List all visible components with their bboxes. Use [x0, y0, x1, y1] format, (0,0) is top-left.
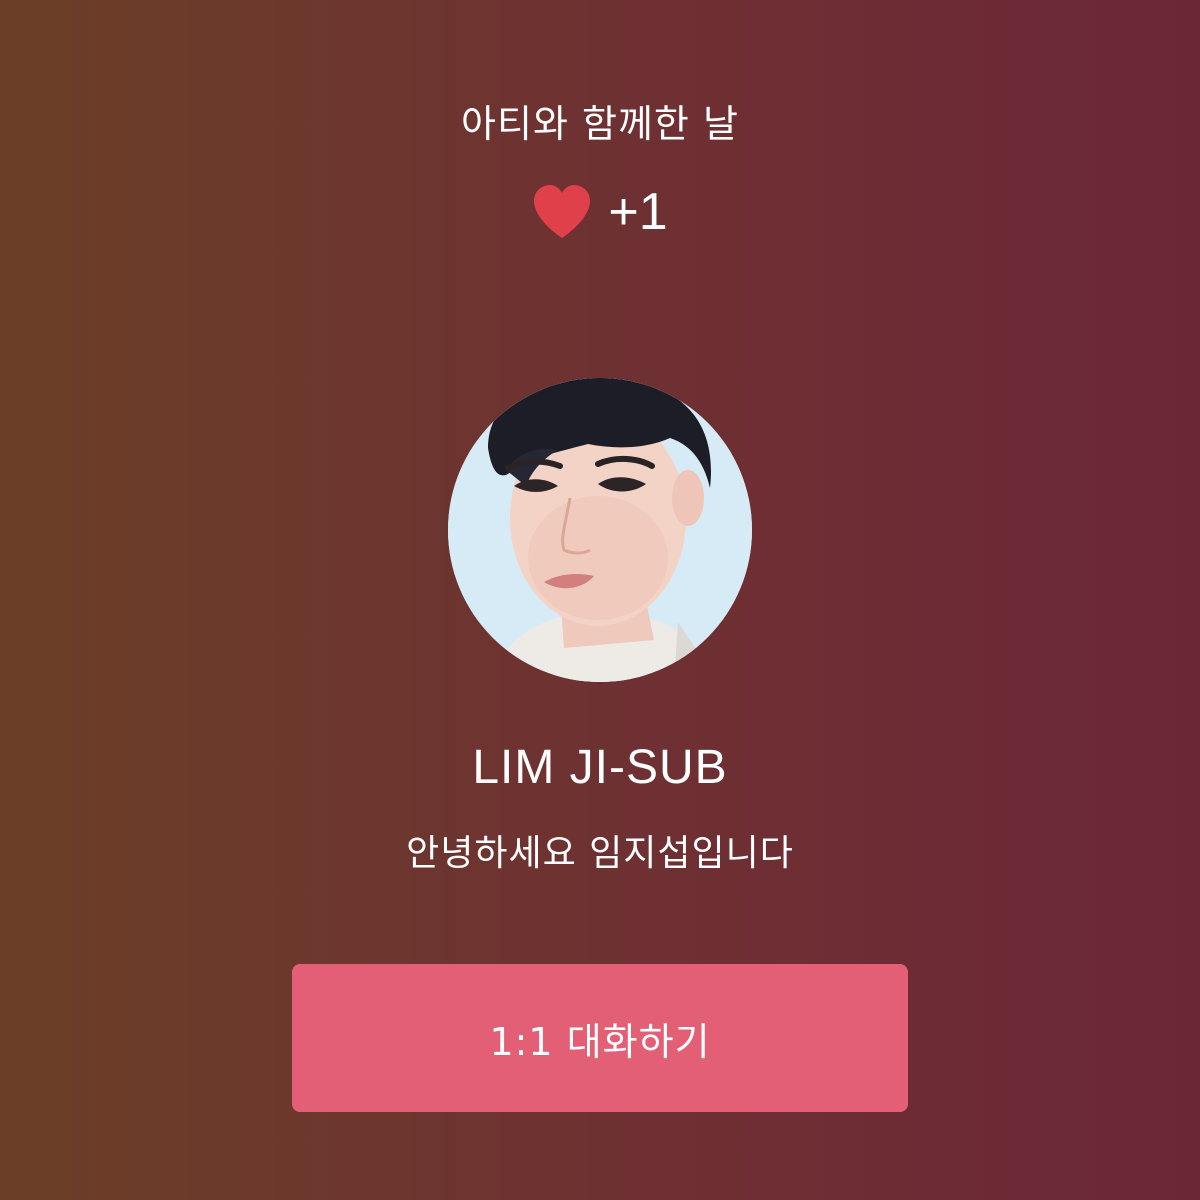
profile-greeting: 안녕하세요 임지섭입니다: [406, 833, 794, 874]
reward-count: +1: [608, 183, 668, 241]
chat-button[interactable]: 1:1 대화하기: [292, 964, 908, 1112]
profile-name: LIM JI-SUB: [472, 741, 728, 794]
reward-row: +1: [0, 182, 1200, 242]
page-title: 아티와 함께한 날: [461, 102, 739, 146]
avatar: [448, 378, 752, 682]
screen: 아티와 함께한 날 +1 LIM JI-SUB 안녕하세요 임지섭입니다 1:1…: [0, 0, 1200, 1200]
heart-icon: [534, 185, 591, 238]
chat-button-label: 1:1 대화하기: [489, 1019, 711, 1064]
